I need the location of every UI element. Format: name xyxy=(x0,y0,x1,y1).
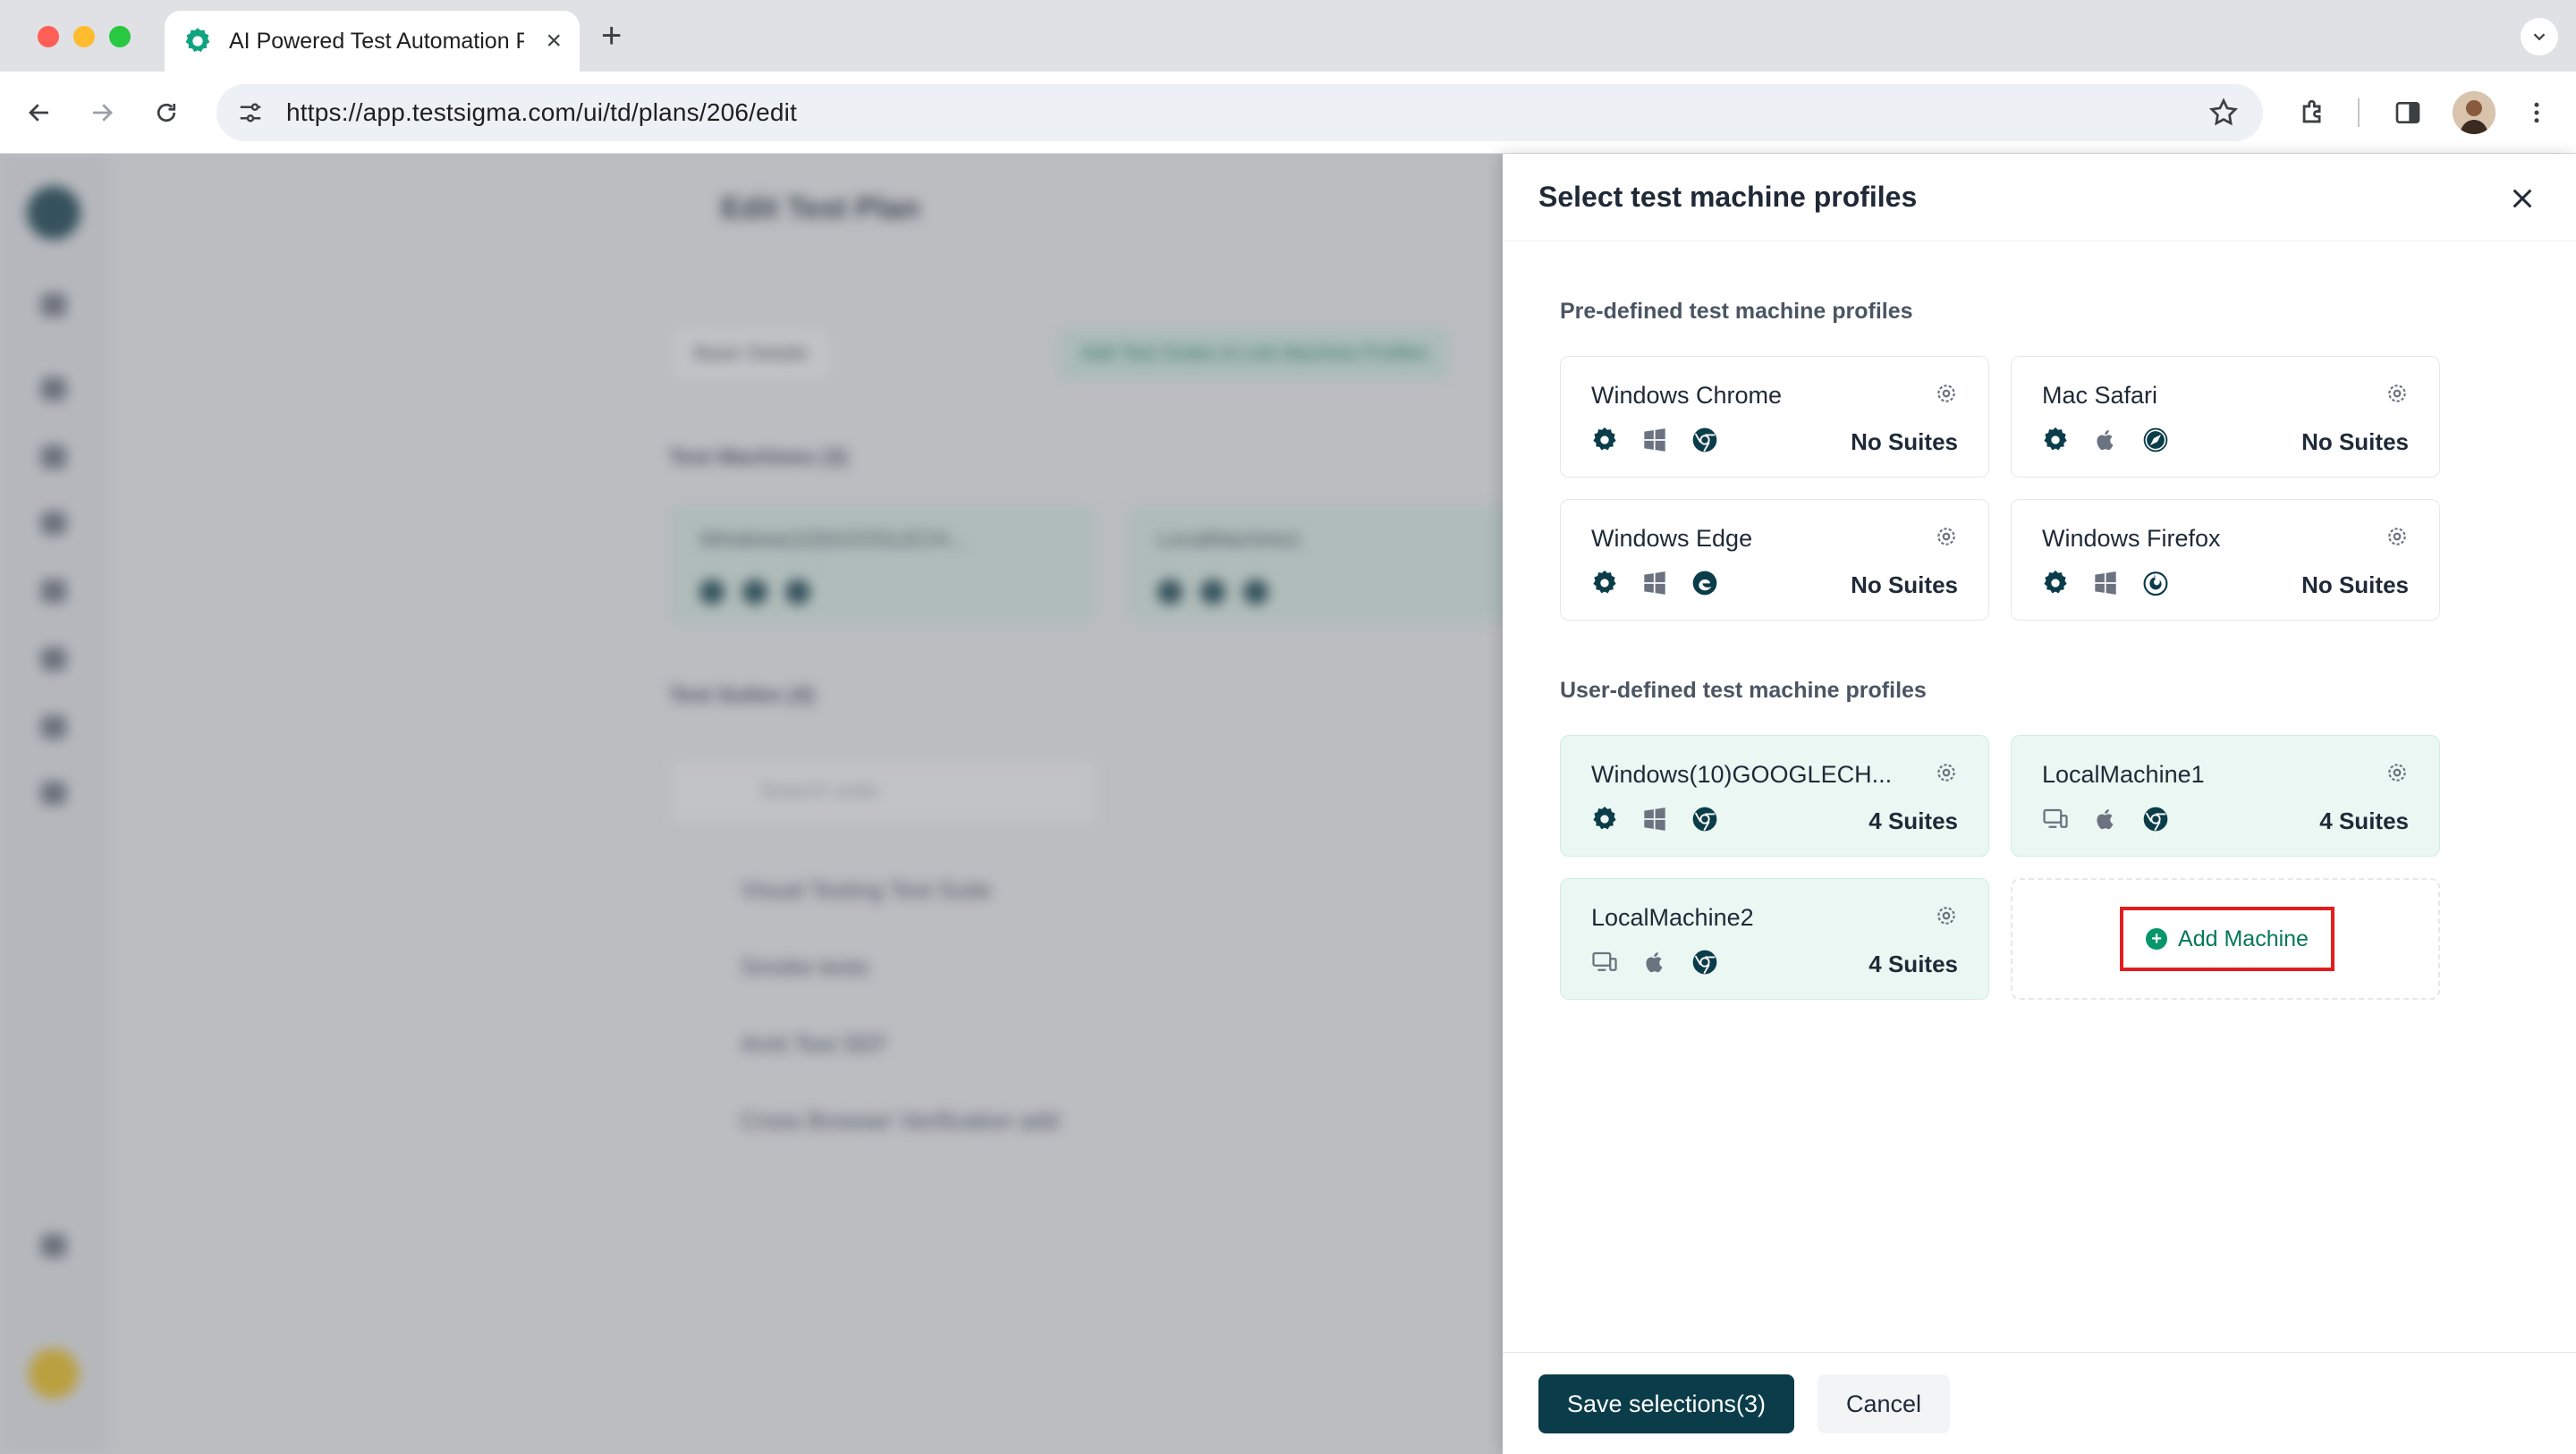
browser-menu-icon[interactable] xyxy=(2517,93,2556,132)
agent-icon xyxy=(2040,568,2071,598)
back-arrow-icon[interactable] xyxy=(20,93,59,132)
gear-icon[interactable] xyxy=(2385,761,2409,784)
tab-search-icon[interactable] xyxy=(2521,18,2558,55)
browser-tab-bar: AI Powered Test Automation P × + xyxy=(0,0,2576,72)
add-machine-button[interactable]: + Add Machine xyxy=(2120,907,2334,971)
gear-icon[interactable] xyxy=(1935,904,1958,927)
agent-icon xyxy=(1589,568,1620,598)
tab-title: AI Powered Test Automation P xyxy=(229,28,524,54)
extensions-puzzle-icon[interactable] xyxy=(2293,93,2333,132)
reload-icon[interactable] xyxy=(147,93,186,132)
profile-name: LocalMachine1 xyxy=(2042,761,2205,788)
profile-name: Mac Safari xyxy=(2042,382,2158,409)
gear-icon[interactable] xyxy=(1935,525,1958,548)
gear-icon[interactable] xyxy=(2385,382,2409,405)
profile-card-windows-chrome[interactable]: Windows Chrome No Suites xyxy=(1560,356,1989,478)
suites-count: No Suites xyxy=(1851,571,1958,598)
edge-icon xyxy=(1690,568,1720,598)
agent-icon xyxy=(1589,804,1620,834)
profile-card-mac-safari[interactable]: Mac Safari No Suites xyxy=(2011,356,2440,478)
window-minimize-button[interactable] xyxy=(73,26,95,47)
background-app: Edit Test Plan Basic Details Add Test Su… xyxy=(0,154,1503,1454)
bookmark-star-icon[interactable] xyxy=(2207,97,2240,133)
address-bar[interactable]: https://app.testsigma.com/ui/td/plans/20… xyxy=(216,84,2263,141)
profile-card-windows-edge[interactable]: Windows Edge No Suites xyxy=(1560,499,1989,621)
url-text: https://app.testsigma.com/ui/td/plans/20… xyxy=(286,98,798,126)
tab-close-icon[interactable]: × xyxy=(546,28,562,55)
machine-profiles-panel: Select test machine profiles Pre-defined… xyxy=(1503,154,2576,1454)
side-panel-icon[interactable] xyxy=(2388,93,2428,132)
suites-count: No Suites xyxy=(2301,571,2409,598)
apple-icon xyxy=(2090,425,2121,455)
agent-icon xyxy=(2040,425,2071,455)
apple-icon xyxy=(1640,947,1670,977)
agent-icon xyxy=(1589,425,1620,455)
apple-icon xyxy=(2090,804,2121,834)
add-machine-card: + Add Machine xyxy=(2011,878,2440,1000)
close-icon[interactable] xyxy=(2504,181,2540,216)
profile-card-windows-firefox[interactable]: Windows Firefox No Suites xyxy=(2011,499,2440,621)
toolbar-divider xyxy=(2358,98,2360,127)
forward-arrow-icon[interactable] xyxy=(82,93,122,132)
suites-count: 4 Suites xyxy=(1868,951,1958,977)
save-selections-button[interactable]: Save selections(3) xyxy=(1538,1374,1794,1433)
profile-card-localmachine2[interactable]: LocalMachine2 4 Suites xyxy=(1560,878,1989,1000)
suites-count: No Suites xyxy=(1851,428,1958,455)
site-settings-icon[interactable] xyxy=(234,97,267,129)
window-close-button[interactable] xyxy=(38,26,59,47)
windows-icon xyxy=(1640,568,1670,598)
testsigma-favicon-icon xyxy=(185,28,210,53)
suites-count: No Suites xyxy=(2301,428,2409,455)
local-machine-icon xyxy=(2040,804,2071,834)
windows-icon xyxy=(1640,425,1670,455)
gear-icon[interactable] xyxy=(1935,761,1958,784)
chrome-icon xyxy=(1690,804,1720,834)
window-maximize-button[interactable] xyxy=(109,26,131,47)
profile-name: Windows(10)GOOGLECH... xyxy=(1591,761,1893,788)
modal-overlay[interactable] xyxy=(0,154,1503,1454)
browser-toolbar: https://app.testsigma.com/ui/td/plans/20… xyxy=(0,72,2576,154)
gear-icon[interactable] xyxy=(2385,525,2409,548)
gear-icon[interactable] xyxy=(1935,382,1958,405)
firefox-icon xyxy=(2140,568,2171,598)
panel-title: Select test machine profiles xyxy=(1538,181,1918,213)
panel-header: Select test machine profiles xyxy=(1503,154,2576,241)
browser-tab-active[interactable]: AI Powered Test Automation P × xyxy=(165,11,580,72)
chrome-icon xyxy=(2140,804,2171,834)
predefined-section-label: Pre-defined test machine profiles xyxy=(1560,299,1913,324)
userdefined-section-label: User-defined test machine profiles xyxy=(1560,678,1927,703)
plus-circle-icon: + xyxy=(2146,928,2168,950)
chrome-icon xyxy=(1690,947,1720,977)
windows-icon xyxy=(2090,568,2121,598)
windows-icon xyxy=(1640,804,1670,834)
profile-card-windows10-googlechrome[interactable]: Windows(10)GOOGLECH... 4 Suites xyxy=(1560,735,1989,857)
safari-icon xyxy=(2140,425,2171,455)
profile-name: Windows Chrome xyxy=(1591,382,1783,409)
profile-card-localmachine1[interactable]: LocalMachine1 4 Suites xyxy=(2011,735,2440,857)
profile-name: LocalMachine2 xyxy=(1591,904,1754,931)
profile-avatar[interactable] xyxy=(2453,91,2496,134)
new-tab-icon[interactable]: + xyxy=(601,16,622,55)
chrome-icon xyxy=(1690,425,1720,455)
cancel-button[interactable]: Cancel xyxy=(1818,1374,1950,1433)
profile-name: Windows Edge xyxy=(1591,525,1753,552)
suites-count: 4 Suites xyxy=(1868,807,1958,834)
suites-count: 4 Suites xyxy=(2319,807,2409,834)
panel-footer: Save selections(3) Cancel xyxy=(1503,1352,2576,1454)
add-machine-label: Add Machine xyxy=(2178,926,2309,951)
local-machine-icon xyxy=(1589,947,1620,977)
profile-name: Windows Firefox xyxy=(2042,525,2221,552)
